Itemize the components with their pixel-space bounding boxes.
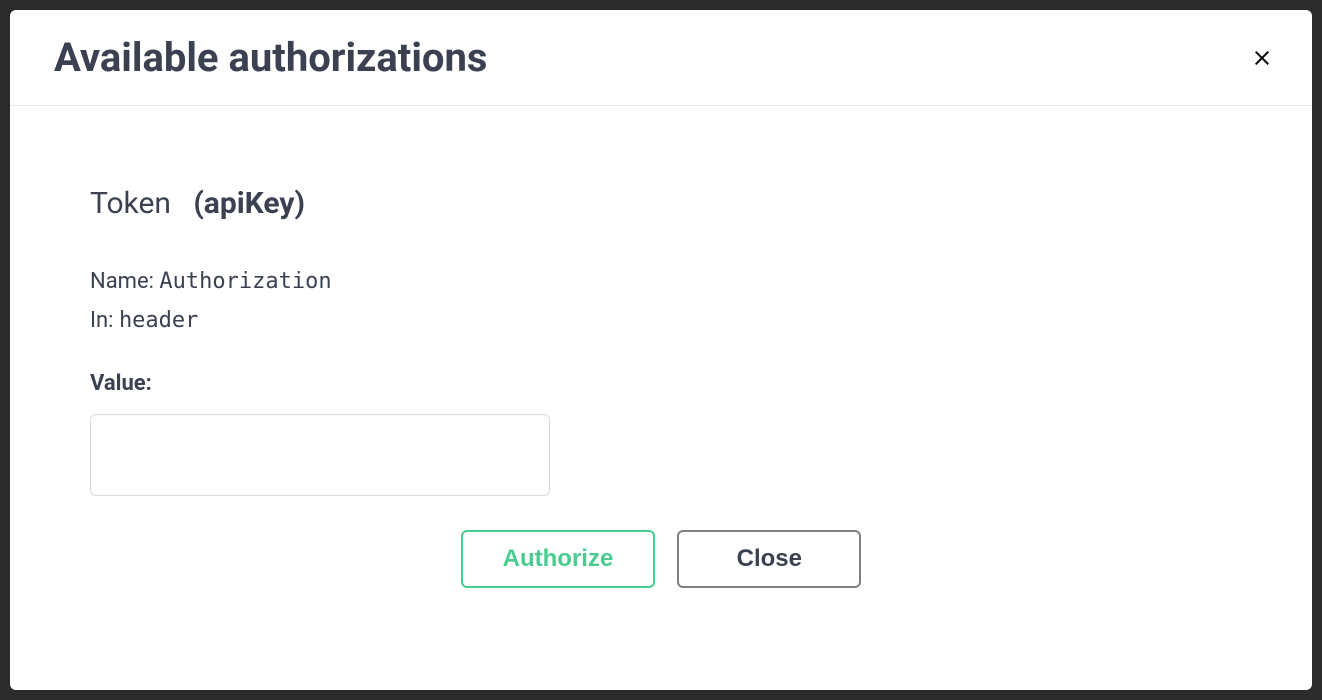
modal-body: Token (apiKey) Name: Authorization In: h…: [10, 106, 1312, 690]
auth-scheme-title: Token (apiKey): [90, 186, 1232, 221]
auth-name-value: Authorization: [159, 269, 331, 294]
auth-in-value: header: [119, 308, 198, 333]
auth-scheme-type: (apiKey): [193, 186, 305, 221]
modal-title: Available authorizations: [54, 34, 487, 81]
authorization-modal: Available authorizations Token (apiKey) …: [10, 10, 1312, 690]
auth-scheme-name: Token: [90, 186, 171, 221]
button-row: Authorize Close: [90, 530, 1232, 588]
auth-in-label: In:: [90, 308, 113, 333]
close-button[interactable]: Close: [677, 530, 861, 588]
value-input[interactable]: [90, 414, 550, 496]
auth-in-row: In: header: [90, 308, 1232, 333]
modal-header: Available authorizations: [10, 10, 1312, 106]
close-icon-button[interactable]: [1246, 42, 1278, 74]
value-label: Value:: [90, 371, 1232, 396]
authorize-button[interactable]: Authorize: [461, 530, 656, 588]
auth-name-row: Name: Authorization: [90, 269, 1232, 294]
auth-name-label: Name:: [90, 269, 154, 294]
close-icon: [1250, 46, 1274, 70]
